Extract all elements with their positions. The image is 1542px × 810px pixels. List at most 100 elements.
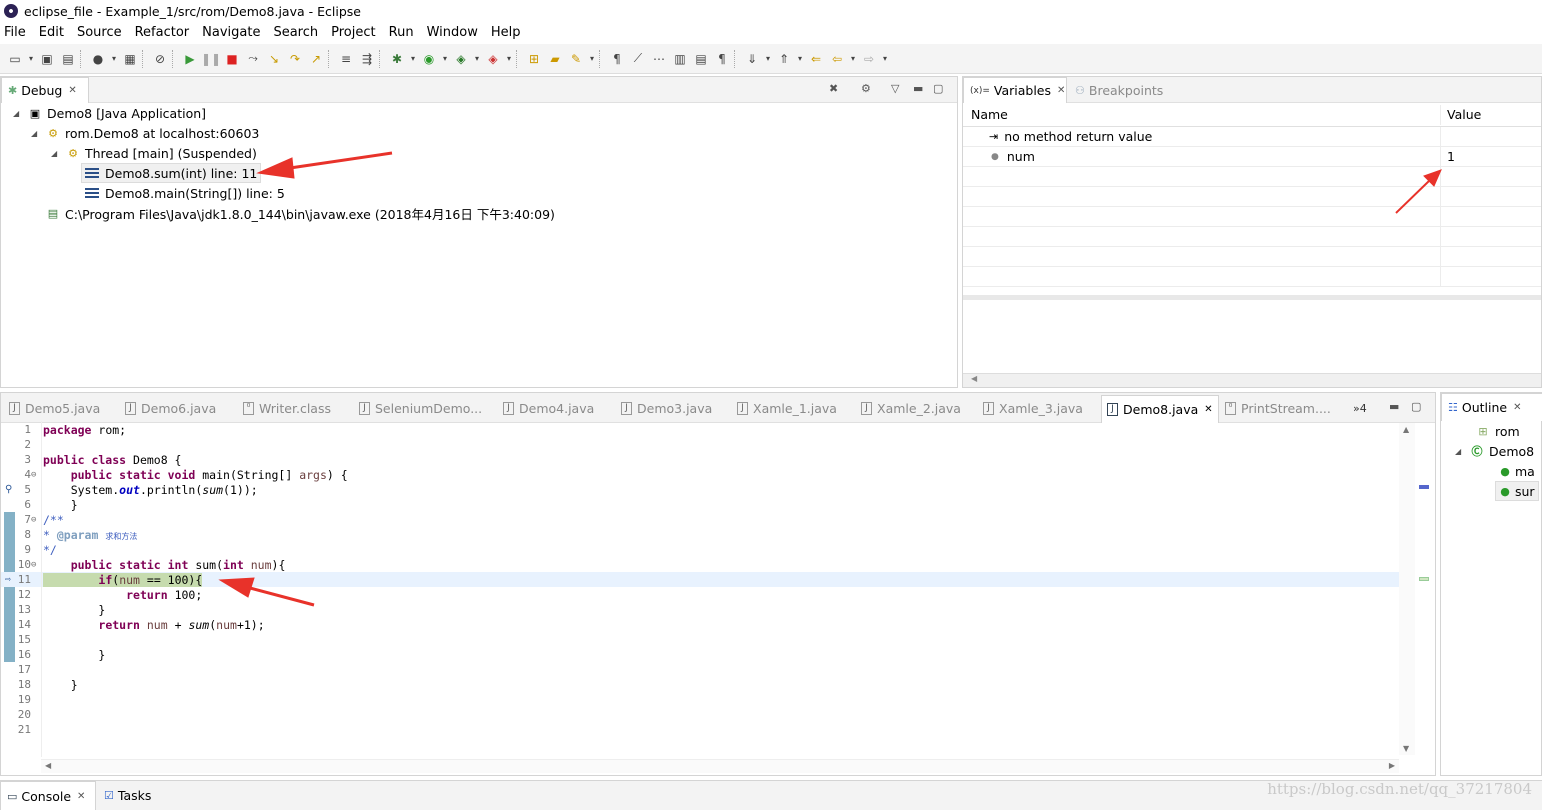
outline-item-method-main[interactable]: ● ma xyxy=(1499,461,1535,481)
tree-item-process[interactable]: ▤ C:\Program Files\Java\jdk1.8.0_144\bin… xyxy=(45,203,555,223)
tab-debug[interactable]: ✱ Debug ✕ xyxy=(1,77,89,103)
tab-xamle3[interactable]: J Xamle_3.java xyxy=(983,395,1083,421)
chevron-down-icon[interactable]: ◢ xyxy=(31,129,41,138)
external-tools-dropdown-icon[interactable]: ▾ xyxy=(505,50,513,68)
outline-item-class[interactable]: ◢ Ⓒ Demo8 xyxy=(1455,441,1534,461)
menu-source[interactable]: Source xyxy=(77,25,122,40)
tab-console[interactable]: ▭ Console ✕ xyxy=(0,781,96,810)
new-icon[interactable]: ▭ xyxy=(6,50,24,68)
minimize-icon[interactable]: ▬ xyxy=(1389,400,1399,413)
tab-writer-class[interactable]: ⁰ Writer.class xyxy=(243,395,331,421)
drop-to-frame-icon[interactable]: ≡ xyxy=(337,50,355,68)
run-dropdown-icon[interactable]: ▾ xyxy=(441,50,449,68)
open-folder-icon[interactable]: ▰ xyxy=(546,50,564,68)
scroll-left-icon[interactable]: ◀ xyxy=(45,761,51,770)
remove-terminated-icon[interactable]: ✖ xyxy=(829,82,838,95)
menu-run[interactable]: Run xyxy=(389,25,414,40)
tab-selenium[interactable]: J SeleniumDemo... xyxy=(359,395,482,421)
scroll-right-icon[interactable]: ▶ xyxy=(1389,761,1395,770)
external-tools-icon[interactable]: ◈ xyxy=(484,50,502,68)
menu-help[interactable]: Help xyxy=(491,25,521,40)
next-annotation-dropdown-icon[interactable]: ▾ xyxy=(764,50,772,68)
resume-icon[interactable]: ▶ xyxy=(181,50,199,68)
prev-annotation-icon[interactable]: ⇑ xyxy=(775,50,793,68)
scroll-up-icon[interactable]: ▲ xyxy=(1403,425,1409,434)
show-whitespace-icon[interactable]: ¶ xyxy=(713,50,731,68)
terminate-icon[interactable]: ■ xyxy=(223,50,241,68)
tree-item-target[interactable]: ◢ ⚙ rom.Demo8 at localhost:60603 xyxy=(31,123,259,143)
tab-xamle2[interactable]: J Xamle_2.java xyxy=(861,395,961,421)
close-icon[interactable]: ✕ xyxy=(68,85,76,96)
breadcrumb-icon[interactable]: ⋯ xyxy=(650,50,668,68)
chevron-down-icon[interactable]: ◢ xyxy=(51,149,61,158)
outline-item-method-sum[interactable]: ● sur xyxy=(1495,481,1539,501)
back-dropdown-icon[interactable]: ▾ xyxy=(849,50,857,68)
table-row[interactable]: ⇥ no method return value xyxy=(963,126,1541,147)
close-icon[interactable]: ✕ xyxy=(1513,402,1521,413)
minimize-icon[interactable]: ▬ xyxy=(913,82,923,95)
user-dropdown-icon[interactable]: ▾ xyxy=(110,50,118,68)
step-into-icon[interactable]: ↘ xyxy=(265,50,283,68)
tree-item-frame-sum[interactable]: Demo8.sum(int) line: 11 xyxy=(81,163,262,183)
tree-item-frame-main[interactable]: Demo8.main(String[]) line: 5 xyxy=(85,183,285,203)
tree-item-application[interactable]: ◢ ▣ Demo8 [Java Application] xyxy=(13,103,206,123)
step-return-icon[interactable]: ↗ xyxy=(307,50,325,68)
horizontal-scrollbar[interactable]: ◀ ▶ xyxy=(41,759,1399,773)
forward-icon[interactable]: ⇨ xyxy=(860,50,878,68)
more-tabs-button[interactable]: »4 xyxy=(1353,395,1367,421)
tree-item-thread[interactable]: ◢ ⚙ Thread [main] (Suspended) xyxy=(51,143,257,163)
outline-item-package[interactable]: ⊞ rom xyxy=(1475,421,1519,441)
menu-project[interactable]: Project xyxy=(331,25,375,40)
column-header-value[interactable]: Value xyxy=(1440,104,1541,125)
column-header-name[interactable]: Name xyxy=(963,105,1439,125)
tab-tasks[interactable]: ☑ Tasks xyxy=(98,781,157,810)
tab-demo5[interactable]: J Demo5.java xyxy=(9,395,100,421)
horizontal-scrollbar[interactable]: ◀ xyxy=(963,373,1541,387)
open-type-icon[interactable]: ⊞ xyxy=(525,50,543,68)
use-step-filters-icon[interactable]: ⇶ xyxy=(358,50,376,68)
suspend-icon[interactable]: ❚❚ xyxy=(201,50,221,68)
menu-refactor[interactable]: Refactor xyxy=(135,25,190,40)
scroll-down-icon[interactable]: ▼ xyxy=(1403,744,1409,753)
chevron-down-icon[interactable]: ◢ xyxy=(1455,447,1465,456)
debug-run-icon[interactable]: ✱ xyxy=(388,50,406,68)
last-edit-icon[interactable]: ⇐ xyxy=(807,50,825,68)
maximize-icon[interactable]: ▢ xyxy=(1411,400,1421,413)
close-icon[interactable]: ✕ xyxy=(1204,404,1212,415)
menu-search[interactable]: Search xyxy=(273,25,318,40)
view-menu-icon[interactable]: ⚙ xyxy=(861,82,871,95)
skip-breakpoints-icon[interactable]: ⊘ xyxy=(151,50,169,68)
tab-demo4[interactable]: J Demo4.java xyxy=(503,395,594,421)
step-over-icon[interactable]: ↷ xyxy=(286,50,304,68)
table-row[interactable]: ● num 1 xyxy=(963,146,1541,167)
overview-ruler-marker[interactable] xyxy=(1419,485,1429,489)
tab-variables[interactable]: (x)= Variables ✕ xyxy=(963,77,1067,103)
vertical-scrollbar[interactable]: ▲ ▼ xyxy=(1399,423,1415,755)
annotation-icon[interactable]: ¶ xyxy=(608,50,626,68)
forward-dropdown-icon[interactable]: ▾ xyxy=(881,50,889,68)
user-icon[interactable]: ● xyxy=(89,50,107,68)
tab-xamle1[interactable]: J Xamle_1.java xyxy=(737,395,837,421)
menu-file[interactable]: File xyxy=(4,25,26,40)
fold-icon[interactable]: ⊖ xyxy=(31,560,36,570)
next-annotation-icon[interactable]: ⇓ xyxy=(743,50,761,68)
tab-printstream[interactable]: ⁰ PrintStream.... xyxy=(1225,395,1331,421)
detail-pane-divider[interactable] xyxy=(963,295,1541,300)
new-dropdown-icon[interactable]: ▾ xyxy=(27,50,35,68)
coverage-icon[interactable]: ◈ xyxy=(452,50,470,68)
chevron-down-icon[interactable]: ▽ xyxy=(891,82,899,95)
tab-demo3[interactable]: J Demo3.java xyxy=(621,395,712,421)
fold-icon[interactable]: ⊖ xyxy=(31,515,36,525)
tab-breakpoints[interactable]: ⚇ Breakpoints xyxy=(1069,77,1169,103)
coverage-dropdown-icon[interactable]: ▾ xyxy=(473,50,481,68)
run-icon[interactable]: ◉ xyxy=(420,50,438,68)
tab-demo6[interactable]: J Demo6.java xyxy=(125,395,216,421)
search-icon[interactable]: ✎ xyxy=(567,50,585,68)
save-icon[interactable]: ▣ xyxy=(38,50,56,68)
menu-window[interactable]: Window xyxy=(427,25,478,40)
debug-dropdown-icon[interactable]: ▾ xyxy=(409,50,417,68)
back-icon[interactable]: ⇦ xyxy=(828,50,846,68)
tab-outline[interactable]: ☷ Outline ✕ xyxy=(1441,393,1542,421)
fold-icon[interactable]: ⊖ xyxy=(31,470,36,480)
maximize-icon[interactable]: ▢ xyxy=(933,82,943,95)
